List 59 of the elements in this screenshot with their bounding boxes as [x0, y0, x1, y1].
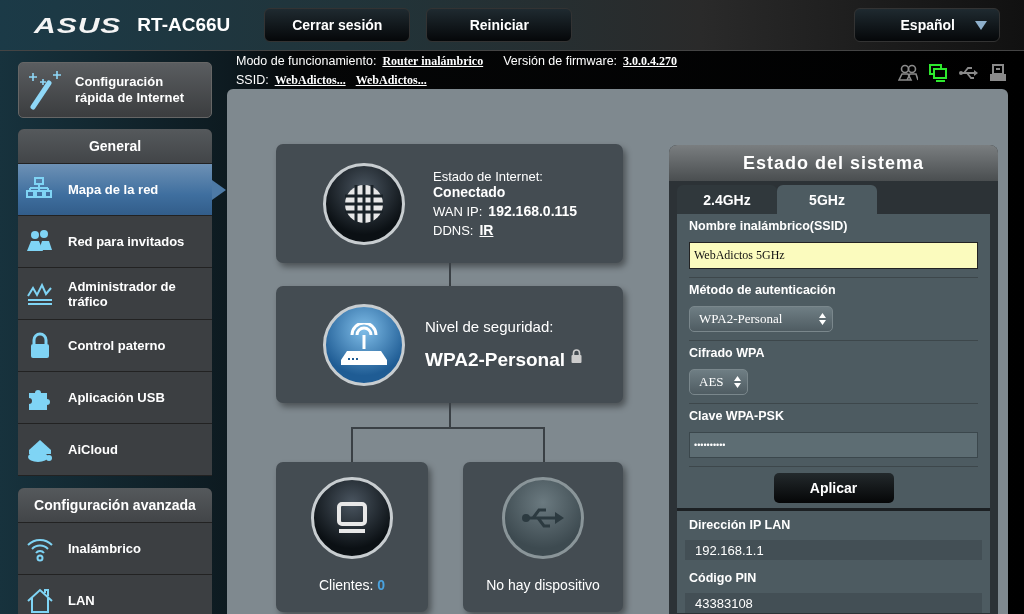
brand-logo: ASUS [34, 12, 122, 38]
internet-status-value: Conectado [433, 184, 507, 200]
router-model: RT-AC66U [137, 14, 231, 36]
sidebar-item[interactable]: LAN [18, 575, 212, 614]
firmware-label: Versión de firmware: [503, 54, 618, 68]
field-label: Nombre inalámbrico(SSID) [689, 219, 849, 233]
menu-section-header: Configuración avanzada [18, 488, 212, 523]
ssid-link[interactable]: WebAdictos... [355, 73, 427, 88]
language-dropdown[interactable]: Español [854, 8, 1000, 42]
field-label: Método de autenticación [689, 283, 837, 297]
band-tab[interactable]: 2.4GHz [677, 185, 777, 214]
band-tab[interactable]: 5GHz [777, 185, 877, 214]
panel-title: Estado del sistema [669, 145, 998, 181]
sidebar-item[interactable]: Aplicación USB [18, 372, 212, 424]
internet-status-label: Estado de Internet: [433, 169, 544, 184]
sidebar-item[interactable]: Red para invitados [18, 216, 212, 268]
usb-status: No hay dispositivo [486, 577, 600, 593]
ssid-input-field[interactable]: WebAdictos 5GHz [689, 242, 978, 269]
info-value: 192.168.1.1 [685, 540, 982, 560]
ddns-label: DDNS: [433, 223, 474, 238]
ssid-link[interactable]: WebAdictos... [274, 73, 346, 88]
header-button[interactable]: Cerrar sesión [264, 8, 411, 42]
select-dropdown[interactable]: AES [689, 369, 748, 395]
mode-link[interactable]: Router inalámbrico [382, 54, 484, 69]
apply-button[interactable]: Aplicar [773, 473, 894, 503]
clients-card[interactable]: Clientes: 0 [276, 462, 428, 612]
caret-icon [975, 20, 987, 30]
wan-ip-value: 192.168.0.115 [488, 203, 578, 219]
ddns-link[interactable]: IR [479, 222, 494, 238]
router-card[interactable]: Nivel de seguridad: WPA2-Personal [276, 286, 623, 403]
printer-status-icon[interactable] [988, 63, 1008, 83]
select-dropdown[interactable]: WPA2-Personal [689, 306, 833, 332]
home-icon [26, 586, 54, 614]
clients-count: Clientes: 0 [318, 577, 386, 593]
field-label: Cifrado WPA [689, 346, 766, 360]
sidebar-item[interactable]: Control paterno [18, 320, 212, 372]
header-button[interactable]: Reiniciar [426, 8, 573, 42]
sidebar-item[interactable]: AiCloud [18, 424, 212, 476]
password-field[interactable]: •••••••••• [689, 432, 978, 458]
field-label: Clave WPA-PSK [689, 409, 785, 423]
usb-card[interactable]: No hay dispositivo [463, 462, 623, 612]
ssid-label: SSID: [236, 73, 269, 87]
internet-card[interactable]: Estado de Internet: Conectado WAN IP: 192.168.0.115 DDNS: IR [276, 144, 623, 263]
firmware-link[interactable]: 3.0.0.4.270 [623, 54, 678, 69]
security-level-label: Nivel de seguridad: [425, 318, 555, 335]
stepper-arrows-icon [733, 376, 741, 388]
menu-section-header: General [18, 129, 212, 164]
security-level-value: WPA2-Personal [425, 349, 566, 371]
wan-ip-label: WAN IP: [433, 204, 483, 219]
stepper-arrows-icon [819, 313, 826, 325]
info-label: Dirección IP LAN [688, 517, 792, 532]
clients-status-icon[interactable] [898, 63, 918, 83]
info-value: 43383108 [685, 593, 982, 613]
sidebar-item[interactable]: Inalámbrico [18, 523, 212, 575]
network-status-icon[interactable] [928, 63, 948, 83]
sidebar-item[interactable]: Administrador de tráfico [18, 268, 212, 320]
mode-label: Modo de funcionamiento: [236, 54, 377, 68]
info-label: Código PIN [688, 570, 758, 585]
quick-setup-button[interactable]: Configuración rápida de Internet [18, 62, 212, 118]
